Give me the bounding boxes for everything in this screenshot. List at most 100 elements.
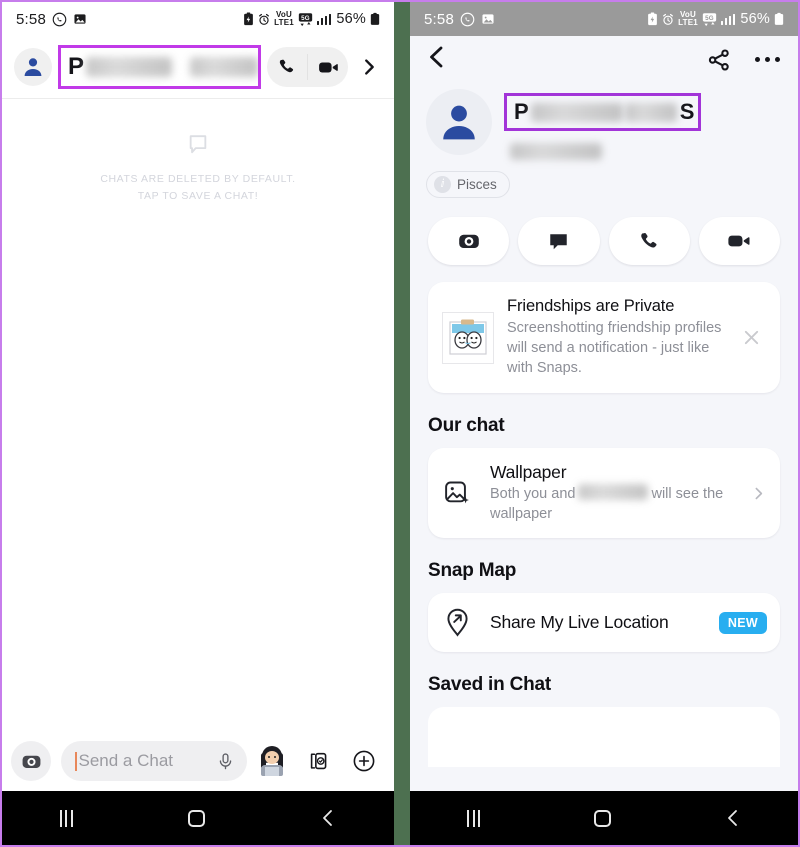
video-call-button[interactable]: [308, 56, 348, 79]
wallpaper-title: Wallpaper: [490, 462, 739, 483]
signal-bars-icon: [317, 14, 332, 25]
avatar[interactable]: [426, 89, 492, 155]
status-bar-left: 5:58 VoU LTE1: [2, 2, 394, 36]
pisces-icon: ⅈ: [434, 176, 451, 193]
redacted-friend-name: [578, 484, 648, 500]
wallpaper-subtitle-before: Both you and: [490, 486, 575, 502]
stickers-button[interactable]: [297, 750, 339, 773]
camera-button[interactable]: [11, 741, 51, 781]
battery-saver-icon: [647, 12, 658, 26]
status-bar-right-group: VoU LTE1 5G 56%: [243, 11, 380, 27]
chat-bubble-icon: [547, 230, 570, 253]
back-icon[interactable]: [320, 809, 336, 827]
home-icon[interactable]: [594, 810, 611, 827]
zodiac-label: Pisces: [457, 177, 497, 192]
person-avatar-icon: [21, 55, 45, 79]
more-options-icon: [755, 57, 781, 63]
chat-input-field[interactable]: Send a Chat: [61, 741, 247, 781]
battery-percent: 56%: [336, 11, 366, 27]
profile-action-row: [410, 198, 798, 265]
svg-text:5G: 5G: [301, 14, 310, 21]
video-camera-icon: [726, 228, 752, 254]
video-action-button[interactable]: [699, 217, 780, 265]
android-nav-bar-right: [410, 791, 798, 845]
wallpaper-subtitle: Both you and will see the wallpaper: [490, 484, 739, 524]
add-attachment-button[interactable]: [343, 749, 385, 773]
share-button[interactable]: [707, 48, 731, 72]
alarm-icon: [662, 13, 674, 26]
video-camera-icon: [317, 56, 340, 79]
empty-state-line-2: TAP TO SAVE A CHAT!: [138, 188, 259, 205]
back-button[interactable]: [426, 45, 448, 74]
chevron-right-icon: [750, 485, 767, 502]
close-button[interactable]: [734, 328, 768, 347]
status-badge: NEW: [719, 612, 767, 634]
phone-icon: [638, 230, 661, 253]
friendships-private-card[interactable]: Friendships are Private Screenshotting f…: [428, 282, 780, 393]
friends-polaroid-icon: [442, 312, 494, 364]
contact-name-highlighted[interactable]: P: [58, 45, 261, 89]
profile-name-last-initial: S: [680, 99, 695, 125]
volte-icon: VoU LTE1: [678, 11, 698, 27]
bitmoji-icon: [259, 746, 285, 776]
wallpaper-row[interactable]: Wallpaper Both you and will see the wallp…: [428, 448, 780, 538]
whatsapp-icon: [52, 12, 67, 27]
wallpaper-chevron[interactable]: [739, 485, 767, 502]
header-call-pill: [267, 47, 348, 87]
camera-icon: [457, 229, 481, 253]
call-action-button[interactable]: [609, 217, 690, 265]
close-icon: [742, 328, 761, 347]
back-icon[interactable]: [725, 809, 741, 827]
saved-in-chat-card[interactable]: [428, 707, 780, 767]
call-button[interactable]: [267, 57, 307, 77]
status-bar-right-left-group: 5:58: [424, 11, 495, 28]
share-live-location-row[interactable]: Share My Live Location NEW: [428, 593, 780, 652]
alarm-icon: [258, 13, 270, 26]
wallpaper-text: Wallpaper Both you and will see the wallp…: [490, 462, 739, 524]
profile-top-bar: [410, 36, 798, 83]
profile-scroll-area: P S ⅈ Pisces: [410, 36, 798, 791]
battery-icon: [774, 12, 784, 26]
plus-circle-icon: [352, 749, 376, 773]
open-profile-chevron[interactable]: [358, 56, 380, 78]
share-icon: [707, 48, 731, 72]
status-bar-right: 5:58 VoU LTE1: [410, 2, 798, 36]
screenshot-root: 5:58 VoU LTE1: [0, 0, 800, 847]
promo-title: Friendships are Private: [507, 297, 734, 316]
profile-name-highlighted[interactable]: P S: [504, 93, 701, 131]
battery-percent: 56%: [740, 11, 770, 27]
recents-icon[interactable]: [467, 810, 480, 827]
5g-icon: 5G: [298, 12, 313, 27]
home-icon[interactable]: [188, 810, 205, 827]
wallpaper-subtitle-line2: wallpaper: [490, 506, 552, 522]
battery-icon: [370, 12, 380, 26]
avatar[interactable]: [14, 48, 52, 86]
more-options-button[interactable]: [755, 57, 781, 63]
android-nav-bar-left: [2, 791, 394, 845]
status-time: 5:58: [424, 11, 454, 28]
wallpaper-icon: [444, 480, 490, 507]
recents-icon[interactable]: [60, 810, 73, 827]
5g-icon: 5G: [702, 12, 717, 27]
battery-saver-icon: [243, 12, 254, 26]
camera-action-button[interactable]: [428, 217, 509, 265]
redacted-name-part-1: [531, 103, 623, 122]
chat-header: P: [2, 36, 394, 99]
volte-icon: VoU LTE1: [274, 11, 294, 27]
gallery-icon: [481, 12, 495, 26]
zodiac-badge[interactable]: ⅈ Pisces: [426, 171, 510, 198]
microphone-button[interactable]: [216, 752, 235, 771]
bitmoji-button[interactable]: [251, 746, 293, 776]
camera-icon: [21, 751, 42, 772]
wallpaper-subtitle-after: will see the: [651, 486, 723, 502]
phone-icon: [277, 57, 297, 77]
chevron-right-icon: [358, 56, 380, 78]
profile-name-initial: P: [514, 99, 529, 125]
chat-action-button[interactable]: [518, 217, 599, 265]
status-bar-right-right-group: VoU LTE1 5G 56%: [647, 11, 784, 27]
chevron-left-icon: [426, 45, 448, 69]
redacted-name-part-2: [625, 103, 677, 122]
stickers-icon: [307, 750, 330, 773]
live-location-text: Share My Live Location: [490, 612, 719, 633]
empty-state-line-1: CHATS ARE DELETED BY DEFAULT.: [100, 171, 295, 188]
